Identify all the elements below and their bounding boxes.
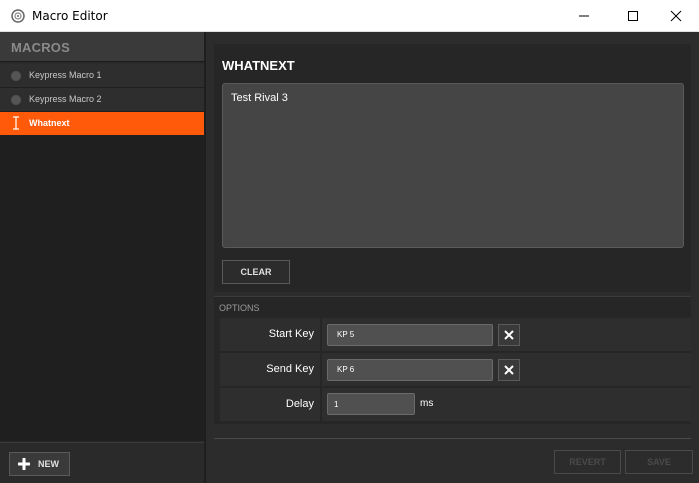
status-dot-icon <box>11 71 21 81</box>
clear-start-key-button[interactable] <box>498 324 520 346</box>
maximize-icon <box>628 11 638 21</box>
revert-button[interactable]: REVERT <box>554 450 621 474</box>
close-icon <box>670 10 682 22</box>
minimize-button[interactable] <box>561 0 607 32</box>
clear-button[interactable]: CLEAR <box>222 260 290 284</box>
macro-editor-panel: WHATNEXT Test Rival 3 CLEAR OPTIONS Star… <box>206 32 699 483</box>
delay-input[interactable]: 1 <box>327 393 415 415</box>
start-key-input[interactable]: KP 5 <box>327 324 493 346</box>
send-key-label-cell: Send Key <box>220 353 320 386</box>
options-section: OPTIONS Start Key KP 5 Send Key KP 6 Del… <box>214 296 691 424</box>
close-icon <box>504 330 514 340</box>
save-button-label: SAVE <box>647 457 671 467</box>
close-button[interactable] <box>653 0 699 32</box>
sidebar-empty-area <box>0 136 204 441</box>
macro-item-label: Keypress Macro 2 <box>29 94 102 104</box>
delay-row: Delay 1 ms <box>220 388 691 421</box>
macro-item-whatnext[interactable]: Whatnext <box>0 112 204 136</box>
sidebar-header-label: MACROS <box>11 40 70 55</box>
text-cursor-icon <box>13 116 19 130</box>
maximize-button[interactable] <box>610 0 656 32</box>
status-dot-icon <box>11 95 21 105</box>
steelseries-icon <box>11 9 25 23</box>
start-key-value-cell: KP 5 <box>322 318 691 351</box>
send-key-value-cell: KP 6 <box>322 353 691 386</box>
sidebar-footer: NEW <box>0 442 204 483</box>
start-key-label-cell: Start Key <box>220 318 320 351</box>
start-key-row: Start Key KP 5 <box>220 318 691 351</box>
revert-button-label: REVERT <box>569 457 606 467</box>
minimize-icon <box>579 15 589 17</box>
delay-label: Delay <box>285 398 314 410</box>
macro-title: WHATNEXT <box>222 58 295 73</box>
delay-value: 1 <box>334 400 339 409</box>
macro-item-keypress-macro-2[interactable]: Keypress Macro 2 <box>0 88 204 112</box>
send-key-row: Send Key KP 6 <box>220 353 691 386</box>
send-key-value: KP 6 <box>337 365 355 374</box>
delay-label-cell: Delay <box>220 388 320 421</box>
new-button-label: NEW <box>38 459 59 469</box>
macro-content-panel: WHATNEXT Test Rival 3 CLEAR <box>214 44 691 292</box>
new-macro-button[interactable]: NEW <box>9 452 70 476</box>
macros-sidebar: MACROS Keypress Macro 1 Keypress Macro 2… <box>0 32 204 483</box>
footer-divider <box>214 438 691 439</box>
window-title: Macro Editor <box>32 9 108 23</box>
clear-button-label: CLEAR <box>240 267 272 277</box>
send-key-label: Send Key <box>266 363 314 375</box>
start-key-label: Start Key <box>268 328 314 340</box>
options-label: OPTIONS <box>219 303 260 313</box>
plus-icon <box>18 458 30 470</box>
macro-item-keypress-macro-1[interactable]: Keypress Macro 1 <box>0 64 204 88</box>
macro-list: Keypress Macro 1 Keypress Macro 2 Whatne… <box>0 64 204 136</box>
macro-item-label: Whatnext <box>29 118 70 128</box>
macro-content-text: Test Rival 3 <box>231 92 288 104</box>
start-key-value: KP 5 <box>337 330 355 339</box>
send-key-input[interactable]: KP 6 <box>327 359 493 381</box>
sidebar-header: MACROS <box>0 32 204 62</box>
delay-value-cell: 1 ms <box>322 388 691 421</box>
close-icon <box>504 365 514 375</box>
clear-send-key-button[interactable] <box>498 359 520 381</box>
macro-content-textarea[interactable]: Test Rival 3 <box>222 83 684 248</box>
delay-unit-label: ms <box>420 398 434 409</box>
macro-item-label: Keypress Macro 1 <box>29 70 102 80</box>
save-button[interactable]: SAVE <box>625 450 693 474</box>
title-bar: Macro Editor <box>0 0 699 32</box>
